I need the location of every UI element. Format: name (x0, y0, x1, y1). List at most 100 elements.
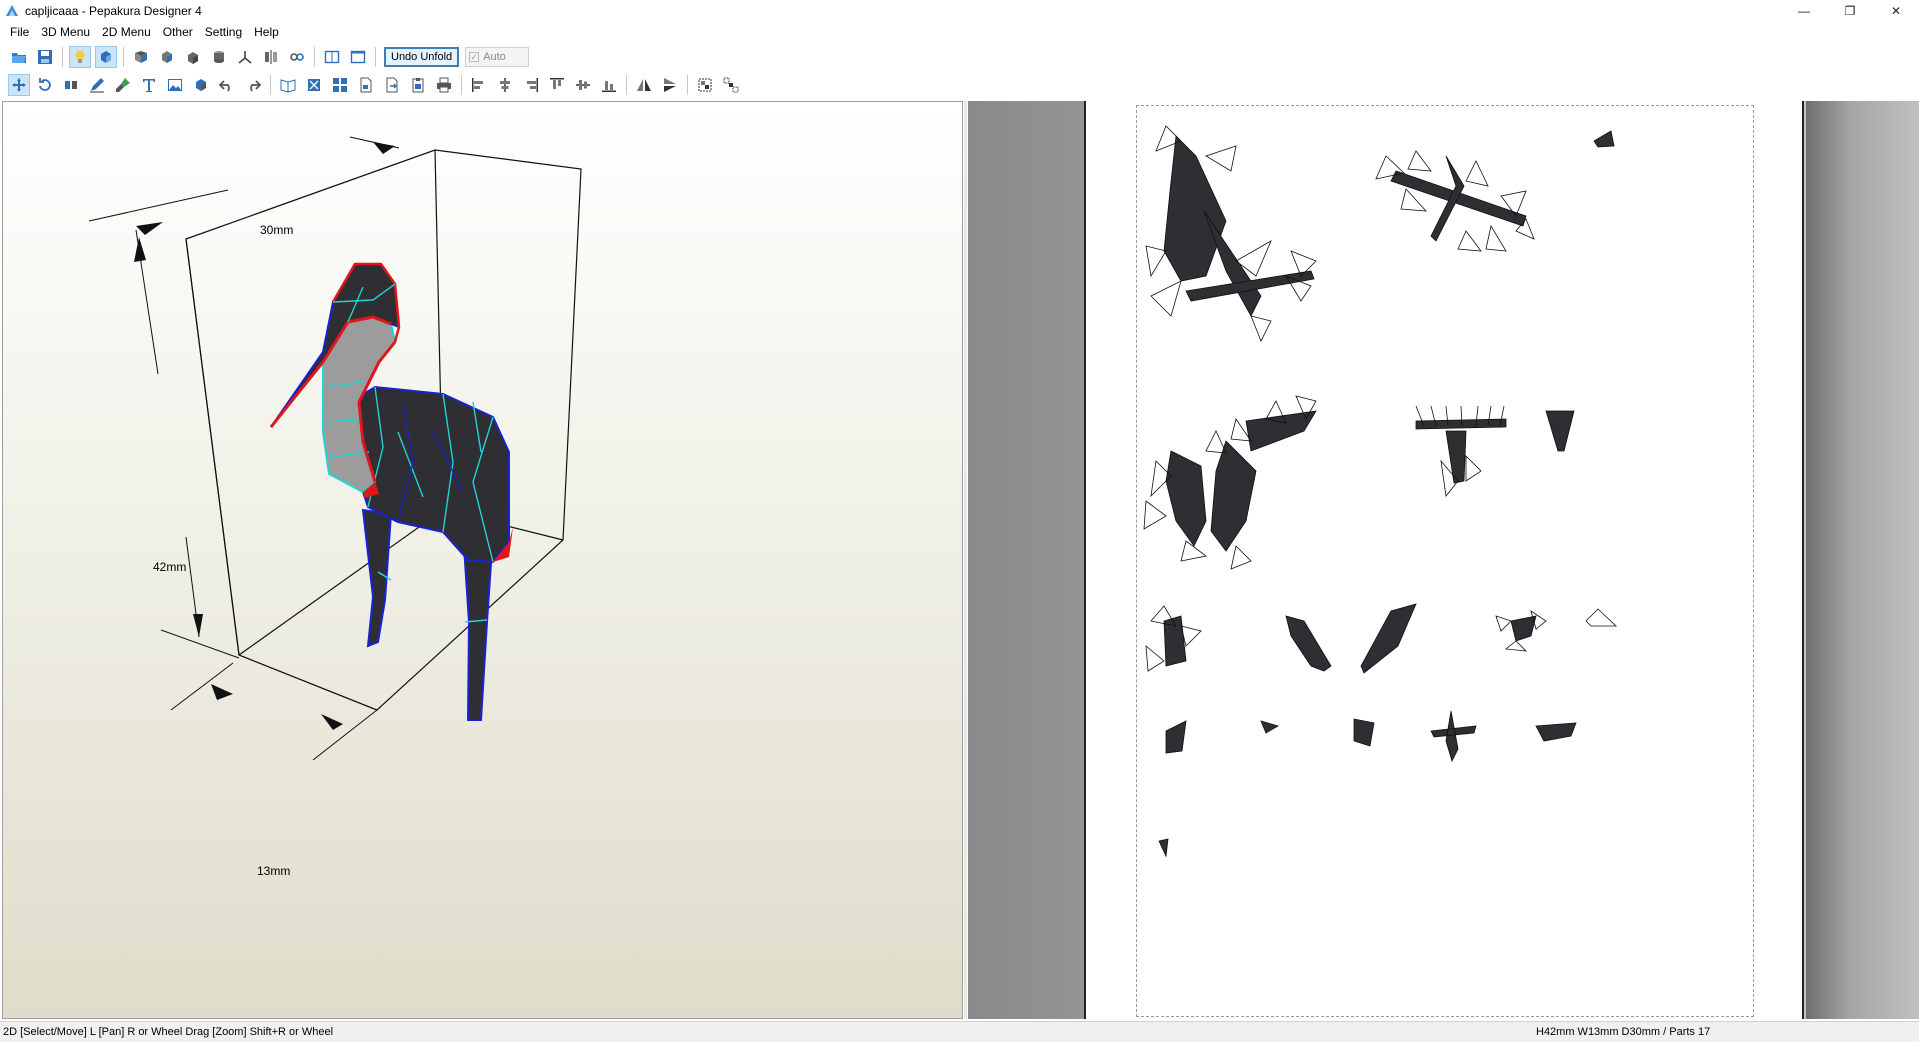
align-center-button[interactable] (494, 74, 516, 96)
align-left-button[interactable] (468, 74, 490, 96)
group-button[interactable] (694, 74, 716, 96)
part-14[interactable] (1353, 718, 1375, 747)
light-toggle-button[interactable] (69, 46, 91, 68)
menu-file[interactable]: File (4, 22, 35, 42)
join-edge-tool[interactable] (60, 74, 82, 96)
part-1[interactable] (1145, 125, 1317, 342)
part-8[interactable] (1285, 615, 1332, 672)
cylinder-button[interactable] (208, 46, 230, 68)
part-17[interactable] (1158, 838, 1169, 858)
part-5[interactable] (1415, 405, 1507, 497)
part-3[interactable] (1593, 130, 1615, 148)
part-9[interactable] (1360, 603, 1417, 674)
mirror-button[interactable] (260, 46, 282, 68)
fit-view-button[interactable] (303, 74, 325, 96)
part-12[interactable] (1165, 720, 1187, 754)
3d-model-canvas[interactable] (3, 102, 963, 1019)
save-button[interactable] (34, 46, 56, 68)
menu-2d[interactable]: 2D Menu (96, 22, 157, 42)
close-button[interactable]: ✕ (1873, 0, 1919, 22)
2d-view-panel[interactable] (968, 101, 1919, 1019)
flip-vertical-icon (664, 78, 676, 92)
part-6[interactable] (1545, 410, 1575, 452)
book-icon (280, 79, 296, 93)
export-page-button[interactable] (381, 74, 403, 96)
part-7[interactable] (1145, 605, 1202, 672)
clipboard-button[interactable] (407, 74, 429, 96)
menu-other[interactable]: Other (157, 22, 199, 42)
axis-button[interactable] (234, 46, 256, 68)
workspace-margin (1806, 101, 1919, 1019)
part-13[interactable] (1260, 720, 1280, 734)
align-right-button[interactable] (520, 74, 542, 96)
fold-line-tool[interactable] (86, 74, 108, 96)
open-file-button[interactable] (8, 46, 30, 68)
menu-3d[interactable]: 3D Menu (35, 22, 96, 42)
part-10[interactable] (1495, 610, 1547, 652)
select-move-tool[interactable] (8, 74, 30, 96)
toolbar-separator (314, 47, 315, 67)
pen-icon (90, 78, 104, 93)
flip-horizontal-button[interactable] (633, 74, 655, 96)
minimize-button[interactable]: — (1781, 0, 1827, 22)
unfold-icon (135, 51, 147, 63)
window-controls: — ❐ ✕ (1781, 0, 1919, 22)
split-view-button[interactable] (321, 46, 343, 68)
dimension-height-label: 42mm (153, 560, 187, 574)
flap-icon (196, 79, 206, 91)
save-disk-icon (38, 50, 52, 64)
view-splitter[interactable] (964, 101, 967, 1019)
part-16[interactable] (1535, 722, 1577, 742)
part-2[interactable] (1375, 150, 1535, 252)
print-button[interactable] (433, 74, 455, 96)
open-book-button[interactable] (277, 74, 299, 96)
move-icon (12, 78, 26, 92)
restore-button[interactable]: ❐ (1827, 0, 1873, 22)
ungroup-button[interactable] (720, 74, 742, 96)
link-parts-button[interactable] (286, 46, 308, 68)
rotate-icon (39, 78, 51, 91)
image-icon (168, 79, 182, 91)
part-4[interactable] (1143, 395, 1317, 570)
redo-button[interactable] (242, 74, 264, 96)
auto-checkbox[interactable]: ✓ Auto (465, 47, 530, 67)
menu-setting[interactable]: Setting (199, 22, 248, 42)
redo-icon (250, 80, 261, 92)
single-view-button[interactable] (347, 46, 369, 68)
menu-help[interactable]: Help (248, 22, 285, 42)
undo-unfold-button[interactable]: Undo Unfold (384, 47, 460, 67)
arrange-button[interactable] (329, 74, 351, 96)
flip-vertical-button[interactable] (659, 74, 681, 96)
brush-icon (116, 78, 130, 92)
heron-3d-model[interactable] (269, 262, 513, 721)
grid-icon (333, 78, 347, 92)
part-11[interactable] (1585, 608, 1618, 627)
rotate-tool[interactable] (34, 74, 56, 96)
status-hint: 2D [Select/Move] L [Pan] R or Wheel Drag… (3, 1026, 334, 1038)
printer-icon (437, 77, 451, 93)
texture-toggle-button[interactable] (95, 46, 117, 68)
paint-tool[interactable] (112, 74, 134, 96)
align-top-button[interactable] (546, 74, 568, 96)
auto-unfold-button[interactable] (156, 46, 178, 68)
3d-view-panel[interactable]: 30mm 42mm 13mm (2, 101, 963, 1019)
unfold-button[interactable] (130, 46, 152, 68)
part-15[interactable] (1430, 710, 1477, 763)
page-setup-button[interactable] (355, 74, 377, 96)
toolbar-separator (375, 47, 376, 67)
cylinder-icon (214, 51, 224, 63)
text-tool[interactable] (138, 74, 160, 96)
align-middle-icon (576, 80, 590, 90)
auto-unfold-icon (162, 51, 172, 63)
align-bottom-button[interactable] (598, 74, 620, 96)
align-middle-button[interactable] (572, 74, 594, 96)
undo-button[interactable] (216, 74, 238, 96)
fit-icon (308, 79, 320, 91)
flap-tool[interactable] (190, 74, 212, 96)
flip-horizontal-icon (637, 79, 651, 91)
image-tool[interactable] (164, 74, 186, 96)
edit-3d-button[interactable] (182, 46, 204, 68)
unfolded-pattern-canvas[interactable] (1086, 101, 1802, 1019)
status-dimensions: H42mm W13mm D30mm / Parts 17 (1536, 1026, 1711, 1038)
toolbar-separator (123, 47, 124, 67)
